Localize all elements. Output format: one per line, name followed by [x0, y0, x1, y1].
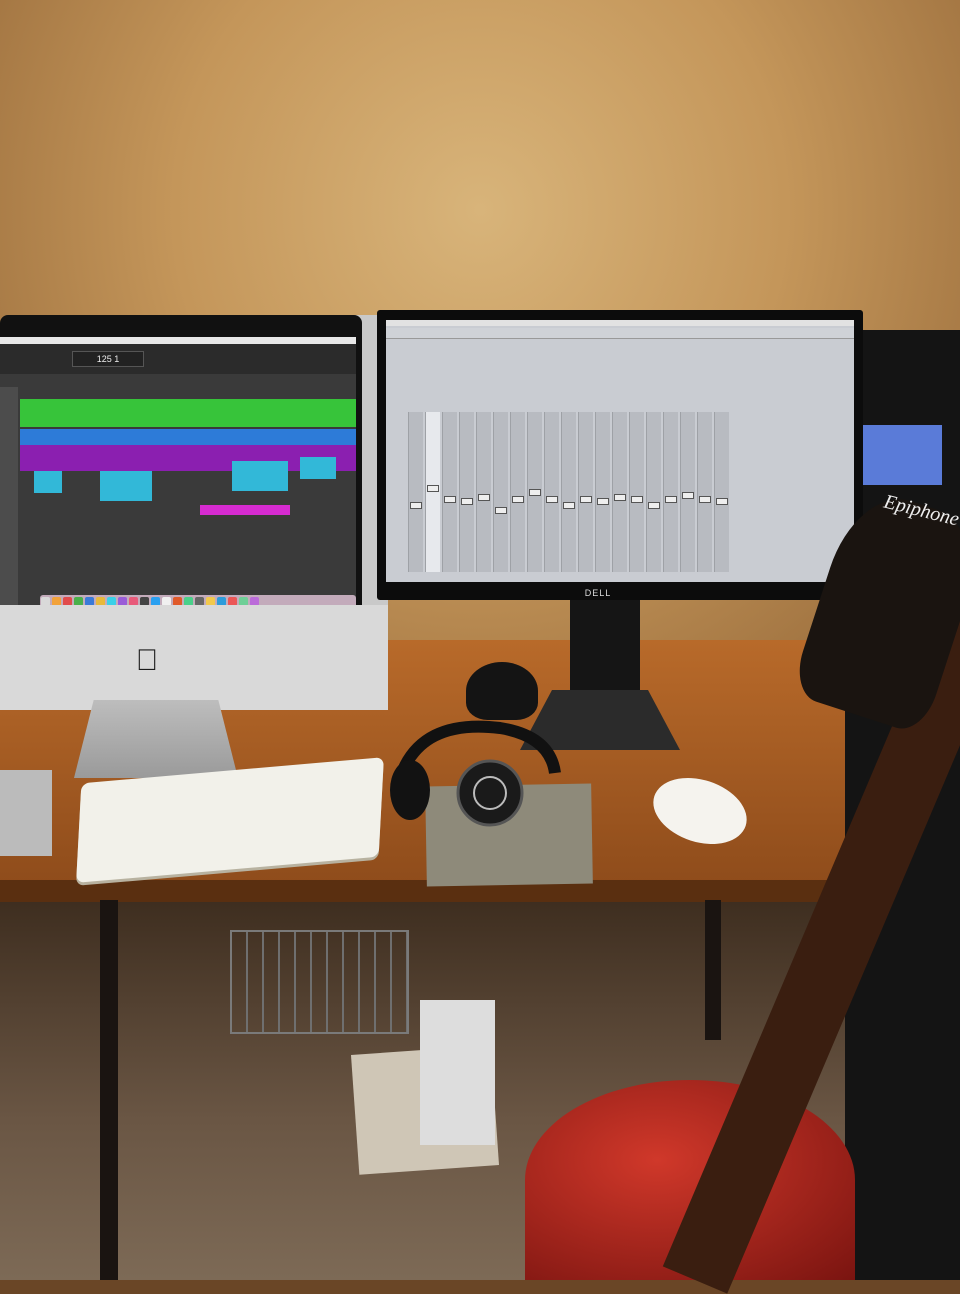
logic-control-bar: [0, 344, 356, 374]
mixer-fader[interactable]: [716, 498, 728, 506]
mixer-channel-strip[interactable]: [595, 412, 610, 572]
mixer-fader[interactable]: [512, 496, 524, 503]
mixer-fader[interactable]: [614, 493, 626, 501]
desk-leg-right: [705, 900, 721, 1040]
desk-leg-left: [100, 900, 118, 1280]
mixer-fader[interactable]: [597, 498, 609, 506]
mac-dock: [40, 595, 356, 605]
dock-app-icon[interactable]: [217, 597, 226, 605]
dock-app-icon[interactable]: [140, 597, 149, 605]
mixer-fader[interactable]: [665, 496, 677, 503]
mac-menu-bar: [386, 320, 854, 326]
dell-stand: [570, 600, 640, 700]
mixer-fader[interactable]: [444, 496, 456, 503]
amplifier: [862, 425, 942, 485]
dell-screen: [386, 320, 854, 582]
microphone-windscreen: [466, 662, 538, 720]
imac-chin: [0, 605, 388, 710]
dock-app-icon[interactable]: [129, 597, 138, 605]
mixer-fader[interactable]: [461, 498, 473, 506]
audio-interface: [0, 770, 52, 856]
dock-app-icon[interactable]: [239, 597, 248, 605]
dock-app-icon[interactable]: [195, 597, 204, 605]
track-headers: [0, 387, 18, 605]
mixer-fader[interactable]: [699, 496, 711, 503]
mixer-fader[interactable]: [631, 496, 643, 503]
mixer-fader[interactable]: [478, 493, 490, 501]
dock-app-icon[interactable]: [250, 597, 259, 605]
mixer-channel-strip[interactable]: [663, 412, 678, 572]
mixer-fader[interactable]: [682, 491, 694, 499]
dock-app-icon[interactable]: [96, 597, 105, 605]
dock-app-icon[interactable]: [107, 597, 116, 605]
cardboard-box: [420, 1000, 495, 1145]
mixer-channel-strip[interactable]: [425, 412, 440, 572]
mixer-channel-strip[interactable]: [493, 412, 508, 572]
dock-app-icon[interactable]: [151, 597, 160, 605]
headphones: [390, 720, 561, 827]
mixer-channel-strip[interactable]: [527, 412, 542, 572]
dock-app-icon[interactable]: [41, 597, 50, 605]
mixer-channel-strip[interactable]: [714, 412, 729, 572]
arrange-region[interactable]: [300, 457, 336, 479]
dock-app-icon[interactable]: [206, 597, 215, 605]
dock-app-icon[interactable]: [228, 597, 237, 605]
mixer-channel-strip[interactable]: [442, 412, 457, 572]
arrange-region[interactable]: [20, 399, 356, 427]
mixer-fader[interactable]: [648, 501, 660, 509]
arrange-region[interactable]: [100, 471, 152, 501]
mixer-fader[interactable]: [427, 485, 439, 492]
mixer-channel-strip[interactable]: [680, 412, 695, 572]
mac-menu-bar: [0, 337, 356, 344]
logic-lcd-display: 125 1: [72, 351, 144, 367]
arrange-region[interactable]: [34, 471, 62, 493]
mixer-channel-strip[interactable]: [476, 412, 491, 572]
mixer-fader[interactable]: [580, 496, 592, 503]
mixer-channel-strip[interactable]: [612, 412, 627, 572]
mixer-fader[interactable]: [495, 507, 507, 514]
dock-app-icon[interactable]: [85, 597, 94, 605]
mixer-channel-strip[interactable]: [697, 412, 712, 572]
apple-logo-icon: : [132, 644, 162, 678]
mixer-channel-strip[interactable]: [408, 412, 423, 572]
dock-app-icon[interactable]: [63, 597, 72, 605]
dock-app-icon[interactable]: [173, 597, 182, 605]
mixer-channel-strip[interactable]: [561, 412, 576, 572]
arrange-region[interactable]: [200, 505, 290, 515]
mixer-channel-strip[interactable]: [629, 412, 644, 572]
imac-stand: [74, 700, 238, 778]
wire-basket: [230, 930, 409, 1034]
dock-app-icon[interactable]: [162, 597, 171, 605]
dell-logo: DELL: [584, 588, 612, 598]
arrange-region[interactable]: [232, 461, 288, 491]
dock-app-icon[interactable]: [74, 597, 83, 605]
dock-app-icon[interactable]: [52, 597, 61, 605]
mixer-fader[interactable]: [529, 489, 541, 497]
mixer-channel-strip[interactable]: [510, 412, 525, 572]
mixer-fader[interactable]: [563, 501, 575, 509]
mixer-fader[interactable]: [410, 501, 422, 509]
imac-screen: 125 1: [0, 337, 356, 605]
mixer-fader[interactable]: [546, 496, 558, 503]
mixer-toolbar: [386, 328, 854, 339]
dock-app-icon[interactable]: [184, 597, 193, 605]
mixer-channel-strip[interactable]: [459, 412, 474, 572]
mixer-channel-strip[interactable]: [646, 412, 661, 572]
arrange-region[interactable]: [20, 429, 356, 445]
mixer-channel-strip[interactable]: [578, 412, 593, 572]
mixer-channel-strip[interactable]: [544, 412, 559, 572]
dock-app-icon[interactable]: [118, 597, 127, 605]
